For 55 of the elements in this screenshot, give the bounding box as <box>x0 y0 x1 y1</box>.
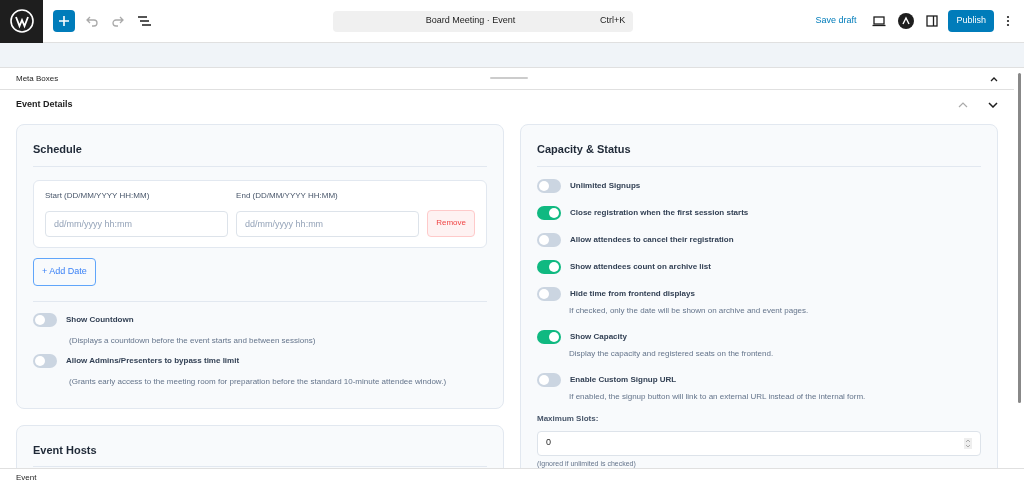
maximum-slots-field[interactable]: 0 <box>537 430 981 456</box>
add-block-button[interactable] <box>53 10 75 32</box>
remove-button[interactable]: Remove <box>427 209 475 237</box>
plus-icon <box>58 15 70 27</box>
help-text: If enabled, the signup button will link to an external URL instead of the internal form. <box>568 390 867 403</box>
breadcrumb[interactable]: Event <box>16 471 37 484</box>
help-text: (Grants early access to the meeting room for preparation before the standard 10-minute attendee window.) <box>68 375 448 388</box>
desktop-preview-icon[interactable] <box>872 15 887 27</box>
save-draft-link[interactable]: Save draft <box>815 14 857 28</box>
list-view-icon[interactable] <box>137 15 151 27</box>
end-date-field[interactable]: dd/mm/yyyy hh:mm <box>236 210 420 237</box>
event-hosts-title: Event Hosts <box>33 441 487 467</box>
toggle-label: Show Countdown <box>66 313 134 326</box>
more-options-icon[interactable] <box>1006 15 1010 27</box>
toggle-label: Unlimited Signups <box>570 179 641 192</box>
toggle-switch[interactable] <box>537 372 561 387</box>
wordpress-logo-icon[interactable] <box>0 0 43 43</box>
redo-icon[interactable] <box>111 14 125 28</box>
command-bar[interactable]: Board Meeting · Event Ctrl+K <box>333 10 634 32</box>
help-text: (Displays a countdown before the event starts and between sessions) <box>68 334 317 347</box>
toggle-switch[interactable] <box>537 329 561 344</box>
end-label: End (DD/MM/YYYY HH:MM) <box>236 189 339 202</box>
toggle-label: Show attendees count on archive list <box>570 260 711 273</box>
toggle-switch[interactable] <box>33 312 57 327</box>
sidebar-toggle-icon[interactable] <box>926 15 939 27</box>
resize-handle[interactable] <box>490 77 528 79</box>
publish-button[interactable]: Publish <box>948 10 994 32</box>
capacity-title: Capacity & Status <box>537 141 981 167</box>
toggle-switch[interactable] <box>537 178 561 193</box>
plugin-logo-icon[interactable] <box>898 13 915 29</box>
toggle-label: Allow Admins/Presenters to bypass time limit <box>66 354 240 367</box>
maximum-slots-label: Maximum Slots: <box>537 412 600 425</box>
toggle-label: Enable Custom Signup URL <box>570 373 677 386</box>
toggle-switch[interactable] <box>537 259 561 274</box>
start-date-field[interactable]: dd/mm/yyyy hh:mm <box>45 210 229 237</box>
toggle-label: Hide time from frontend displays <box>570 287 695 300</box>
move-up-icon[interactable] <box>958 102 968 108</box>
toggle-label: Show Capacity <box>570 330 627 343</box>
start-label: Start (DD/MM/YYYY HH:MM) <box>45 189 151 202</box>
help-text: Display the capacity and registered seats on the frontend. <box>568 347 775 360</box>
toggle-label: Allow attendees to cancel their registration <box>570 233 734 246</box>
meta-boxes-label: Meta Boxes <box>16 72 59 85</box>
add-date-button[interactable]: + Add Date <box>33 257 96 286</box>
event-details-title: Event Details <box>16 98 73 112</box>
undo-icon[interactable] <box>85 14 99 28</box>
help-text: If checked, only the date will be shown on archive and event pages. <box>568 304 810 317</box>
toggle-label: Close registration when the first session starts <box>570 206 749 219</box>
toggle-switch[interactable] <box>537 286 561 301</box>
move-down-icon[interactable] <box>988 102 998 108</box>
spinner-icon[interactable] <box>964 437 972 449</box>
toggle-switch[interactable] <box>537 205 561 220</box>
chevron-up-icon[interactable] <box>990 75 998 82</box>
schedule-title: Schedule <box>33 141 487 167</box>
toggle-switch[interactable] <box>537 232 561 247</box>
toggle-switch[interactable] <box>33 353 57 368</box>
